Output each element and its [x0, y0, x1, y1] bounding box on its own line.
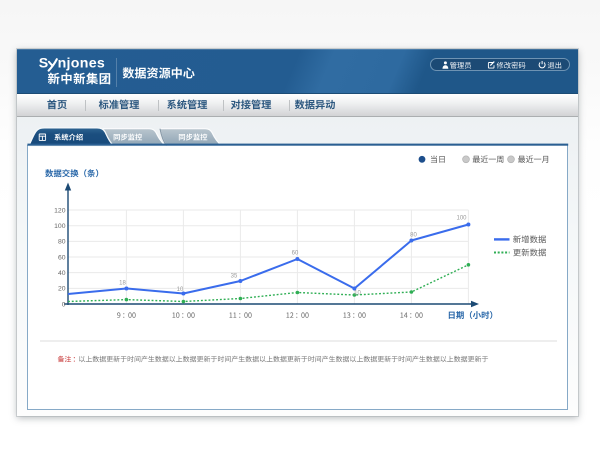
- svg-text:10: 10: [177, 287, 184, 293]
- svg-text:0: 0: [62, 301, 66, 308]
- svg-text:35: 35: [231, 274, 238, 280]
- svg-text:100: 100: [54, 223, 66, 230]
- svg-text:80: 80: [58, 239, 66, 246]
- svg-text:S: S: [39, 56, 48, 72]
- svg-text:njones: njones: [58, 56, 106, 72]
- svg-text:100: 100: [456, 216, 467, 222]
- svg-text:60: 60: [58, 254, 66, 261]
- svg-text:20: 20: [58, 286, 66, 293]
- svg-text:80: 80: [410, 233, 417, 239]
- svg-text:10: 10: [354, 291, 361, 297]
- svg-text:120: 120: [54, 207, 66, 214]
- svg-text:60: 60: [292, 251, 299, 257]
- svg-text:18: 18: [119, 281, 126, 287]
- svg-text:40: 40: [58, 270, 66, 277]
